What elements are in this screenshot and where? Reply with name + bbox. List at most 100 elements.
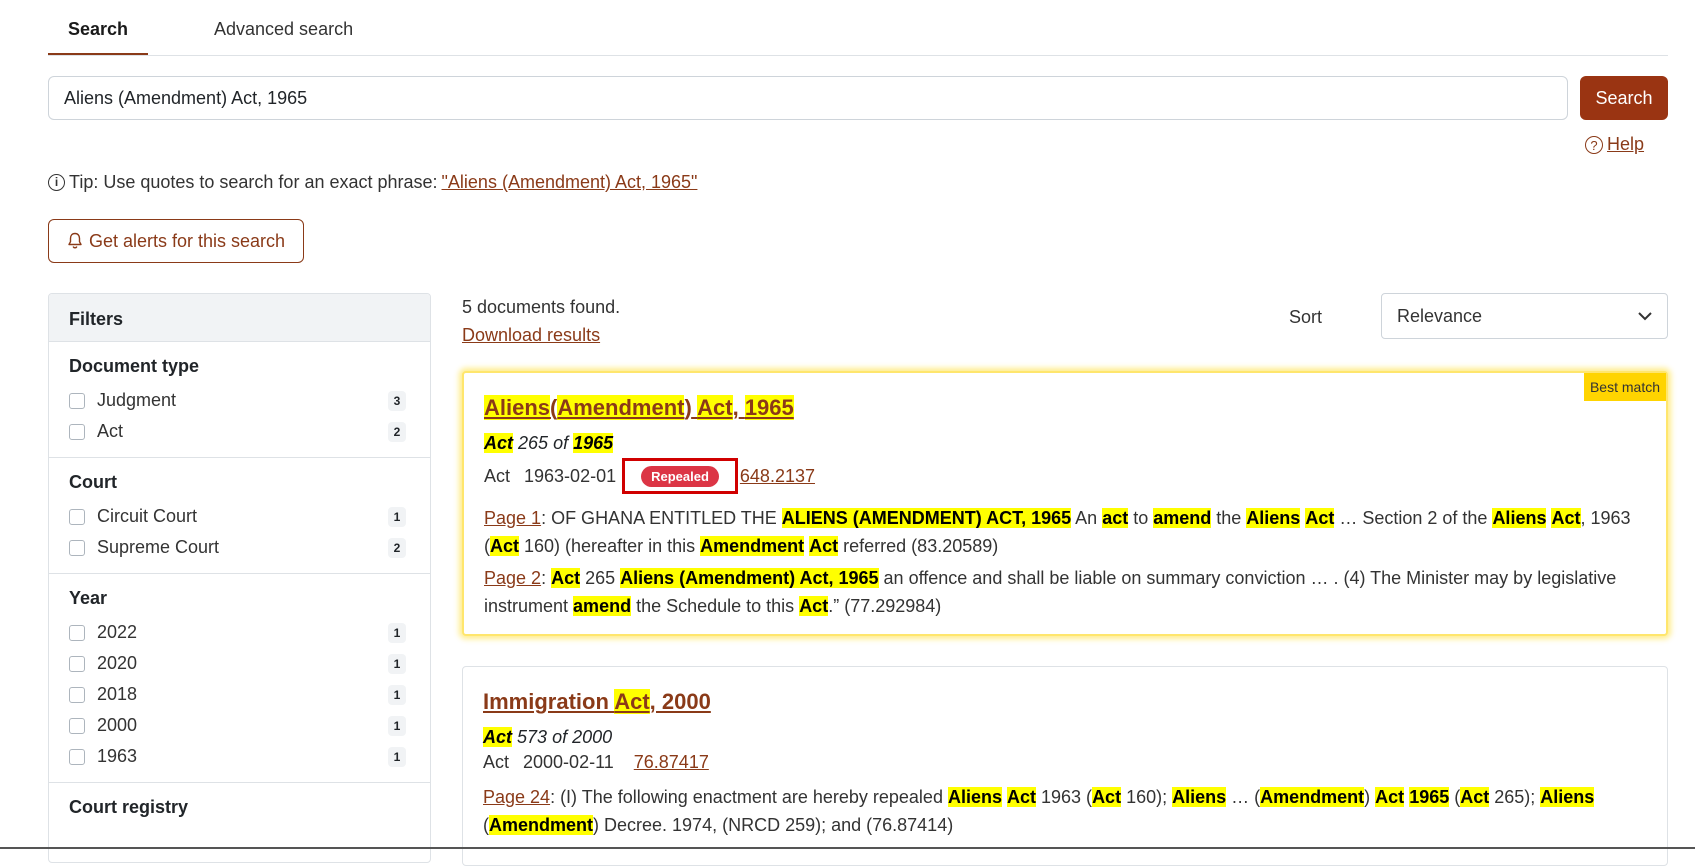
checkbox[interactable]	[69, 686, 85, 703]
help-link-text[interactable]: Help	[1607, 134, 1644, 155]
snippet-text: : (I) The following enactment are hereby…	[550, 787, 948, 807]
result-title[interactable]: Aliens(Amendment) Act, 1965	[484, 395, 794, 421]
highlight: Act	[484, 433, 514, 453]
highlight: Act	[1375, 787, 1405, 807]
filter-option[interactable]: 2022 1	[69, 617, 410, 648]
filter-option[interactable]: 1963 1	[69, 741, 410, 772]
title-word: 1965	[744, 395, 794, 420]
help-link[interactable]: ? Help	[1585, 134, 1644, 155]
snippet-text: referred (83.20589)	[838, 536, 999, 556]
highlight: Act	[1551, 508, 1581, 528]
title-word: Act	[697, 395, 733, 420]
checkbox[interactable]	[69, 717, 85, 734]
filter-option[interactable]: Judgment 3	[69, 385, 410, 416]
highlight: Act	[1007, 787, 1037, 807]
result-title[interactable]: Immigration Act, 2000	[483, 689, 711, 715]
tip-text: Tip: Use quotes to search for an exact p…	[69, 172, 438, 192]
filter-group-court: Court Circuit Court 1 Supreme Court 2	[49, 458, 430, 574]
title-word: Act	[614, 689, 650, 714]
snippet-text: … Section 2 of the	[1334, 508, 1493, 528]
checkbox[interactable]	[69, 624, 85, 641]
results-count: 5 documents found.	[462, 297, 621, 317]
filters-panel: Filters Document type Judgment 3 Act 2 C…	[48, 293, 431, 863]
get-alerts-button[interactable]: Get alerts for this search	[48, 219, 304, 263]
search-tip: i Tip: Use quotes to search for an exact…	[48, 172, 697, 193]
citation-text: 573 of 2000	[517, 727, 613, 747]
search-input[interactable]	[48, 76, 1568, 120]
filter-count-badge: 1	[388, 715, 406, 736]
info-icon: i	[48, 174, 65, 191]
checkbox[interactable]	[69, 539, 85, 556]
snippet-text: An	[1071, 508, 1103, 528]
result-date: 1963-02-01	[524, 465, 617, 486]
repealed-highlight-box: Repealed	[622, 458, 738, 494]
snippet-text: 265);	[1489, 787, 1541, 807]
filter-option[interactable]: 2018 1	[69, 679, 410, 710]
result-snippet: Page 2: Act 265 Aliens (Amendment) Act, …	[484, 564, 1646, 620]
checkbox[interactable]	[69, 748, 85, 765]
result-citation: Act 573 of 2000	[483, 727, 1647, 748]
filter-option-label: 2020	[97, 653, 138, 673]
result-score-link[interactable]: 648.2137	[740, 466, 815, 487]
checkbox[interactable]	[69, 508, 85, 525]
title-word: , 2000	[649, 689, 711, 714]
highlight: Aliens (Amendment) Act, 1965	[620, 568, 879, 588]
filter-option-label: 2022	[97, 622, 138, 642]
snippet-text: )	[1364, 787, 1376, 807]
filter-group-title: Court registry	[69, 797, 189, 817]
tab-advanced-search[interactable]: Advanced search	[194, 18, 373, 55]
checkbox[interactable]	[69, 655, 85, 672]
filter-count-badge: 2	[388, 421, 406, 442]
result-title-link[interactable]: Aliens(Amendment) Act, 1965	[484, 395, 794, 420]
title-word: Amendment	[557, 395, 685, 420]
snippet-text: :	[541, 568, 552, 588]
highlight: 1965	[573, 433, 614, 453]
download-results-link[interactable]: Download results	[462, 325, 600, 346]
filter-option[interactable]: Supreme Court 2	[69, 532, 410, 563]
result-snippet: Page 24: (I) The following enactment are…	[483, 783, 1647, 839]
highlight: Act	[483, 727, 513, 747]
result-card: Best match Aliens(Amendment) Act, 1965 A…	[462, 371, 1668, 636]
filter-option-label: Supreme Court	[97, 537, 220, 557]
highlight: Amendment	[700, 536, 805, 556]
title-word: Immigration	[483, 689, 615, 714]
result-date: 2000-02-11	[523, 752, 614, 772]
page-link[interactable]: Page 1	[484, 508, 541, 528]
filter-option-label: 1963	[97, 746, 138, 766]
checkbox[interactable]	[69, 423, 85, 440]
filter-count-badge: 3	[388, 390, 406, 411]
filter-option[interactable]: Act 2	[69, 416, 410, 447]
page-link[interactable]: Page 2	[484, 568, 541, 588]
result-citation: Act 265 of 1965	[484, 433, 1646, 454]
filter-option[interactable]: 2000 1	[69, 710, 410, 741]
filter-option[interactable]: Circuit Court 1	[69, 501, 410, 532]
snippet-text: the	[1211, 508, 1247, 528]
sort-selected-value: Relevance	[1397, 305, 1483, 326]
page-link[interactable]: Page 24	[483, 787, 550, 807]
highlight: Act	[1305, 508, 1335, 528]
snippet-text: the Schedule to this	[631, 596, 800, 616]
result-meta: Act 2000-02-11 76.87417	[483, 752, 1647, 773]
bell-icon	[68, 232, 82, 249]
result-title-link[interactable]: Immigration Act, 2000	[483, 689, 711, 714]
checkbox[interactable]	[69, 392, 85, 409]
filter-count-badge: 2	[388, 537, 406, 558]
filter-count-badge: 1	[388, 653, 406, 674]
title-word: ,	[732, 395, 739, 420]
highlight: Act	[809, 536, 839, 556]
tab-search[interactable]: Search	[48, 18, 149, 55]
search-button[interactable]: Search	[1580, 76, 1668, 120]
highlight: 1965	[1409, 787, 1450, 807]
filter-group-document-type: Document type Judgment 3 Act 2	[49, 342, 430, 458]
exact-phrase-link[interactable]: "Aliens (Amendment) Act, 1965"	[442, 172, 698, 193]
highlight: Act	[490, 536, 520, 556]
result-doc-type: Act	[483, 752, 510, 772]
question-circle-icon: ?	[1585, 135, 1603, 154]
filter-option[interactable]: 2020 1	[69, 648, 410, 679]
snippet-text: .” (77.292984)	[828, 596, 942, 616]
snippet-text: … (	[1226, 787, 1261, 807]
sort-select[interactable]: Relevance	[1381, 293, 1668, 339]
chevron-down-icon	[1638, 311, 1652, 320]
highlight: Aliens	[1246, 508, 1301, 528]
result-score-link[interactable]: 76.87417	[634, 752, 709, 773]
